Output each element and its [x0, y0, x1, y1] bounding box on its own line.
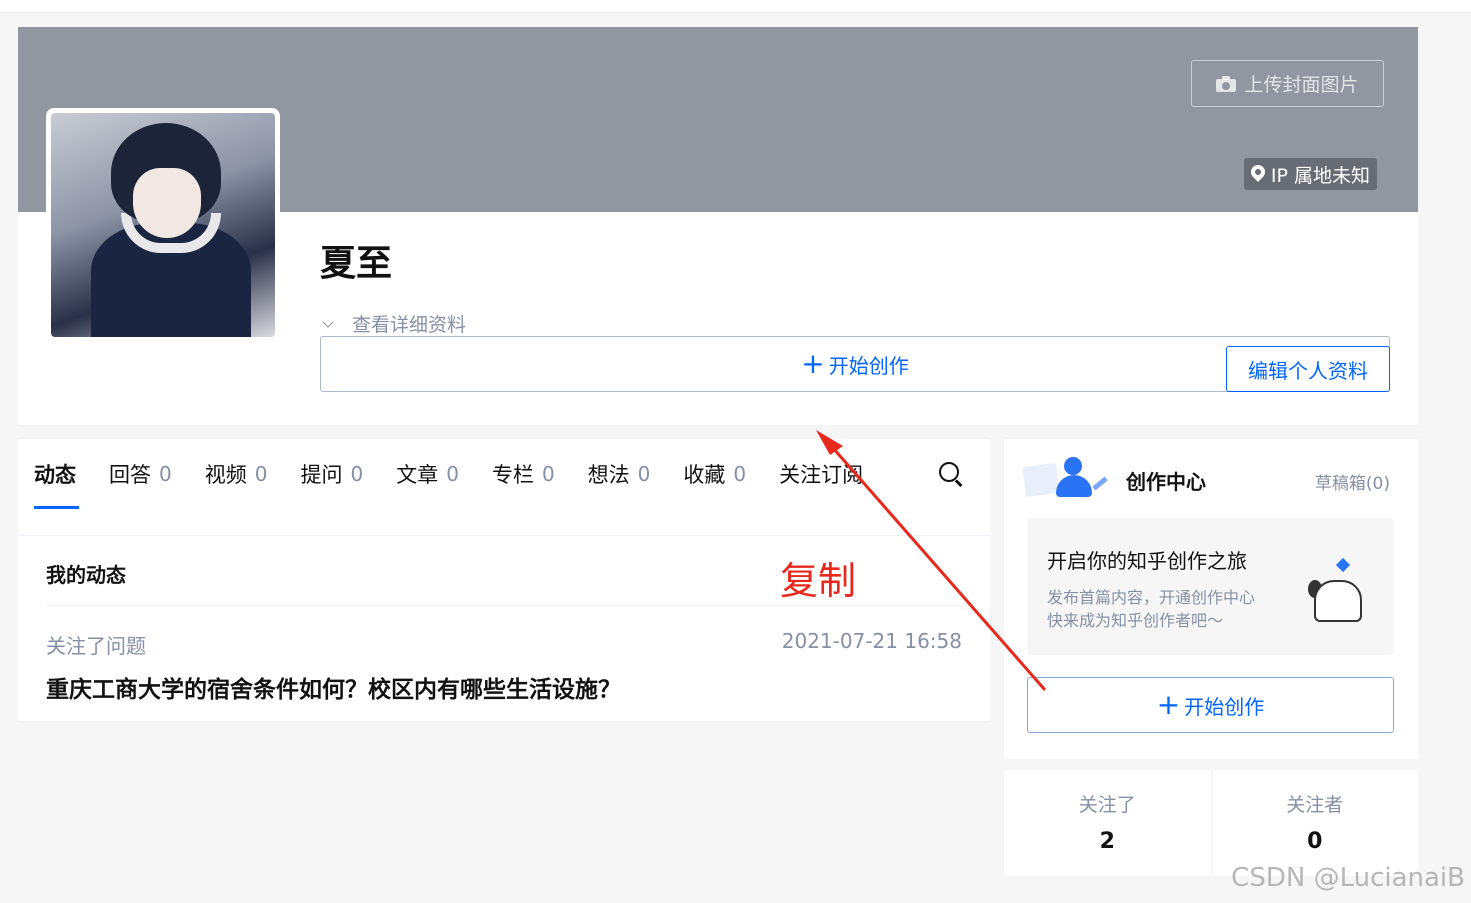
tab-label: 专栏	[491, 463, 534, 487]
activity-question-link[interactable]: 重庆工商大学的宿舍条件如何？校区内有哪些生活设施？	[46, 670, 621, 704]
tab-label: 想法	[587, 463, 630, 487]
ip-location-label: IP 属地未知	[1270, 164, 1370, 187]
creation-journey-box: 开启你的知乎创作之旅 发布首篇内容，开通创作中心 快来成为知乎创作者吧～	[1027, 518, 1394, 655]
activity-time: 2021-07-21 16:58	[781, 629, 962, 653]
tab-columns[interactable]: 专栏 0	[492, 439, 555, 509]
journey-title: 开启你的知乎创作之旅	[1047, 549, 1247, 573]
tab-label: 回答	[109, 463, 151, 487]
tab-following-subscriptions[interactable]: 关注订阅	[779, 439, 863, 509]
followers-count: 0	[1307, 829, 1323, 854]
view-details-toggle[interactable]: 查看详细资料	[322, 310, 467, 337]
activity-type: 关注了问题	[46, 634, 146, 658]
drafts-link[interactable]: 草稿箱(0)	[1315, 469, 1390, 494]
profile-card: 上传封面图片 IP 属地未知 夏至 查看详细资料 + 开始创作 编辑个人资料	[18, 27, 1418, 425]
start-create-label: 开始创作	[1184, 694, 1265, 719]
chevron-down-icon	[322, 315, 334, 328]
creation-center-title: 创作中心	[1126, 470, 1206, 494]
search-icon[interactable]	[939, 462, 963, 487]
tab-count: 0	[350, 462, 364, 486]
ip-location-badge: IP 属地未知	[1243, 158, 1377, 190]
upload-cover-label: 上传封面图片	[1244, 74, 1359, 96]
tab-label: 视频	[204, 463, 247, 487]
user-name: 夏至	[320, 243, 393, 284]
tab-label: 收藏	[683, 463, 726, 487]
divider	[46, 605, 962, 606]
edit-profile-button[interactable]: 编辑个人资料	[1226, 346, 1390, 392]
view-details-label: 查看详细资料	[352, 314, 467, 336]
camera-icon	[1216, 75, 1237, 92]
profile-tabs: 动态 回答 0 视频 0 提问 0 文章 0 专栏 0 想法 0 收藏 0 关注订阅	[34, 439, 896, 509]
followers-label: 关注者	[1286, 794, 1344, 816]
watermark: CSDN @LucianaiB	[1231, 863, 1465, 893]
tab-label: 动态	[34, 463, 76, 487]
tab-answers[interactable]: 回答 0	[109, 439, 172, 509]
avatar-image	[51, 113, 275, 337]
upload-cover-button[interactable]: 上传封面图片	[1191, 60, 1384, 107]
tab-label: 文章	[396, 463, 439, 487]
start-create-bar-label: 开始创作	[828, 353, 909, 378]
following-stat[interactable]: 关注了 2	[1004, 770, 1211, 876]
tab-label: 提问	[300, 463, 343, 487]
journey-description: 发布首篇内容，开通创作中心	[1047, 588, 1256, 607]
followers-stat[interactable]: 关注者 0	[1210, 770, 1419, 876]
tab-count: 0	[159, 462, 172, 486]
top-bar	[0, 0, 1471, 13]
annotation-label: 复制	[780, 559, 857, 603]
plus-icon: +	[801, 347, 825, 380]
tab-count: 0	[254, 462, 268, 486]
tab-count: 0	[637, 462, 651, 486]
follow-stats-card: 关注了 2 关注者 0	[1004, 770, 1418, 876]
divider	[18, 535, 990, 536]
journey-description: 快来成为知乎创作者吧～	[1047, 611, 1224, 630]
mascot-icon	[1304, 557, 1372, 626]
following-label: 关注了	[1078, 794, 1136, 816]
plus-icon: +	[1156, 688, 1181, 721]
tab-collections[interactable]: 收藏 0	[683, 439, 746, 509]
tab-count: 0	[541, 462, 555, 486]
tab-videos[interactable]: 视频 0	[205, 439, 268, 509]
tab-count: 0	[733, 462, 747, 486]
tab-articles[interactable]: 文章 0	[396, 439, 459, 509]
avatar[interactable]	[46, 108, 280, 342]
creation-center-icon	[1018, 453, 1112, 503]
creation-center-card: 创作中心 草稿箱(0) 开启你的知乎创作之旅 发布首篇内容，开通创作中心 快来成…	[1004, 439, 1418, 759]
tab-label: 关注订阅	[779, 463, 864, 487]
location-pin-icon	[1251, 165, 1265, 183]
my-activity-title: 我的动态	[46, 563, 126, 587]
tab-count: 0	[446, 462, 459, 486]
tab-activity[interactable]: 动态	[34, 439, 79, 509]
start-create-button[interactable]: + 开始创作	[1027, 677, 1394, 733]
following-count: 2	[1099, 829, 1115, 854]
tab-thoughts[interactable]: 想法 0	[588, 439, 651, 509]
tab-questions[interactable]: 提问 0	[300, 439, 363, 509]
